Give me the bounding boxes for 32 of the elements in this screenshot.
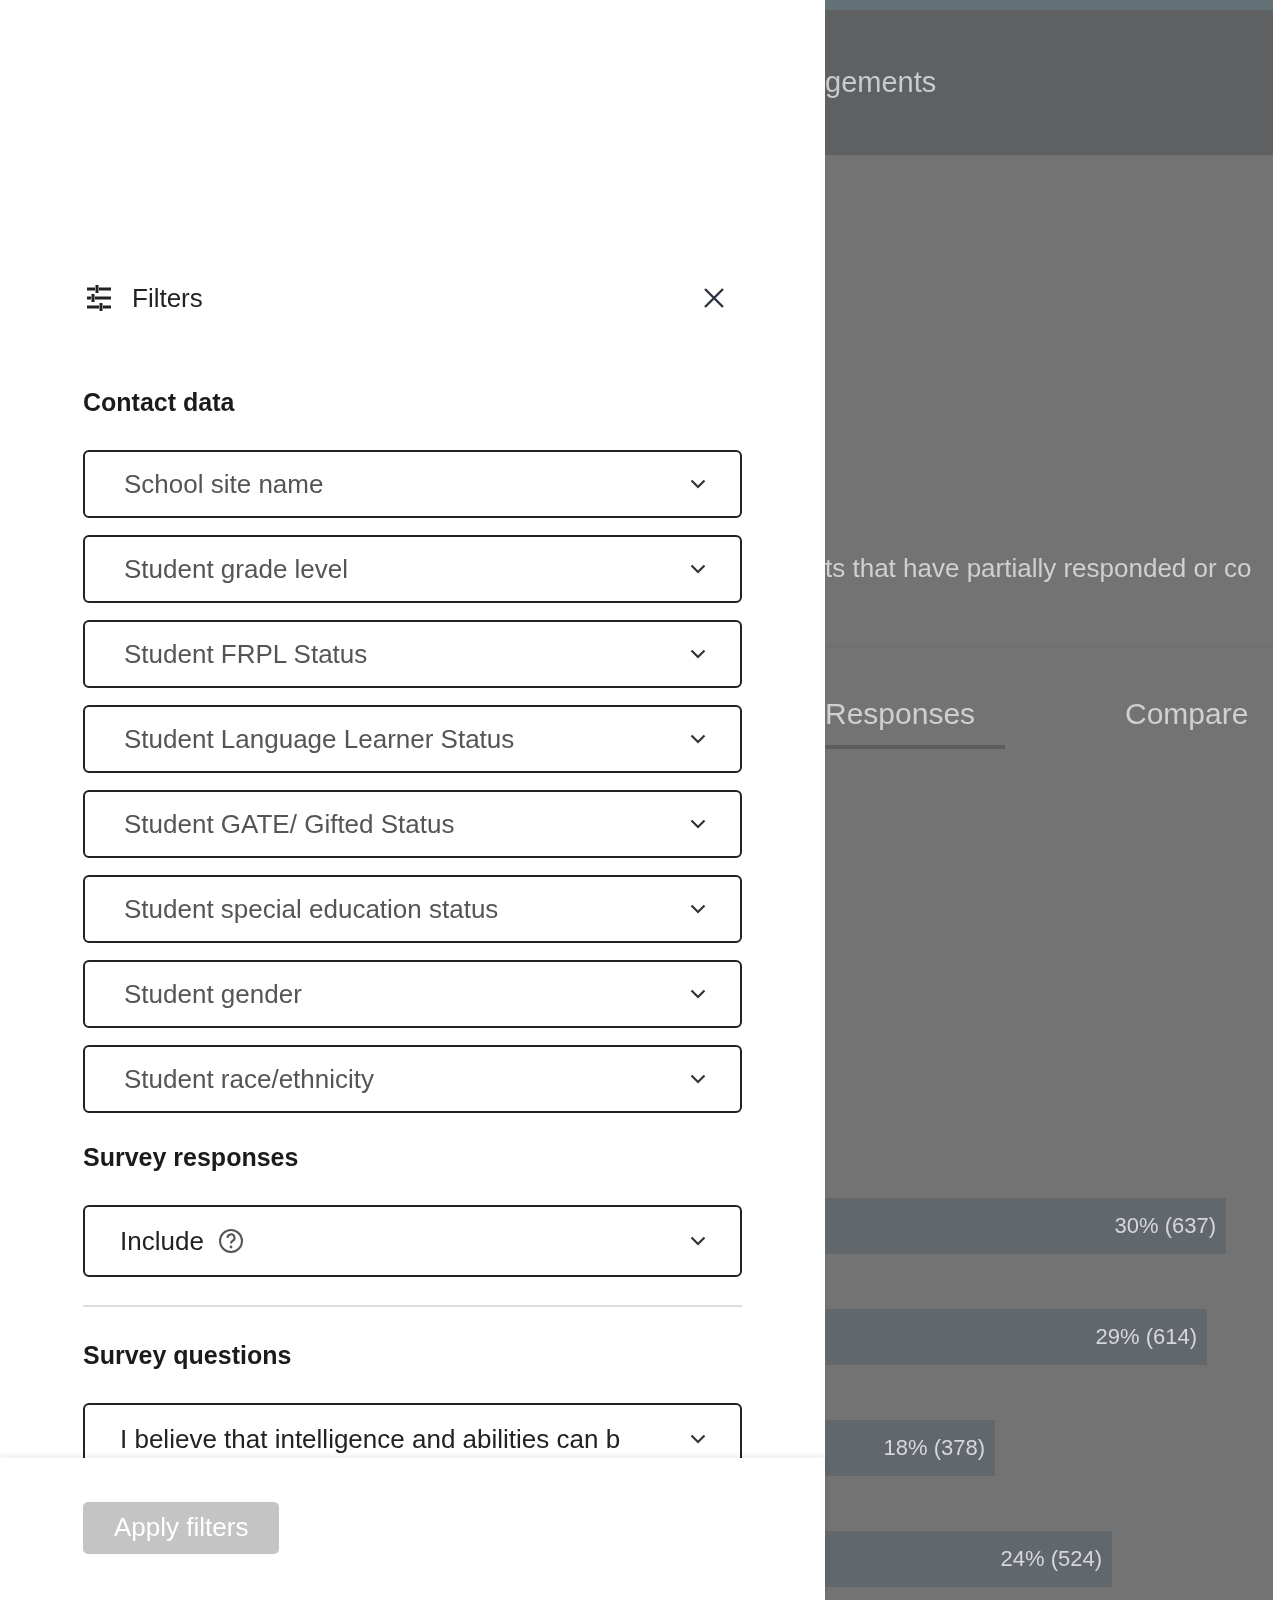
chevron-down-icon	[690, 1236, 706, 1246]
chevron-down-icon	[690, 734, 706, 744]
chevron-down-icon	[690, 1434, 706, 1444]
result-bar: 30% (637)	[825, 1198, 1226, 1254]
chevron-down-icon	[690, 1074, 706, 1084]
section-heading: Contact data	[83, 388, 236, 417]
panel-title: Filters	[132, 282, 204, 314]
select-field[interactable]: Student Language Learner Status	[83, 705, 742, 773]
chevron-down-icon	[690, 989, 706, 999]
chevron-down-icon	[690, 904, 706, 914]
select-field[interactable]: Student gender	[83, 960, 742, 1028]
select-field[interactable]: Student race/ethnicity	[83, 1045, 742, 1113]
page-title: gements	[825, 66, 937, 99]
chevron-down-icon	[690, 479, 706, 489]
chevron-down-icon	[690, 819, 706, 829]
section-heading: Survey responses	[83, 1143, 300, 1172]
result-bar: 18% (378)	[825, 1420, 995, 1476]
close-icon[interactable]	[703, 287, 725, 309]
select-field[interactable]: Student special education status	[83, 875, 742, 943]
select-field[interactable]: Student FRPL Status	[83, 620, 742, 688]
chevron-down-icon	[690, 649, 706, 659]
select-field[interactable]: Student grade level	[83, 535, 742, 603]
result-bar: 24% (524)	[825, 1531, 1112, 1587]
select-field[interactable]: School site name	[83, 450, 742, 518]
help-icon[interactable]	[217, 1228, 244, 1254]
select-field[interactable]: Student GATE/ Gifted Status	[83, 790, 742, 858]
filters-icon	[85, 284, 113, 312]
select-field[interactable]: Include	[83, 1205, 742, 1277]
description-text: ts that have partially responded or co	[825, 553, 1273, 647]
section-heading: Survey questions	[83, 1341, 293, 1370]
result-bar: 29% (614)	[825, 1309, 1207, 1365]
chevron-down-icon	[690, 564, 706, 574]
